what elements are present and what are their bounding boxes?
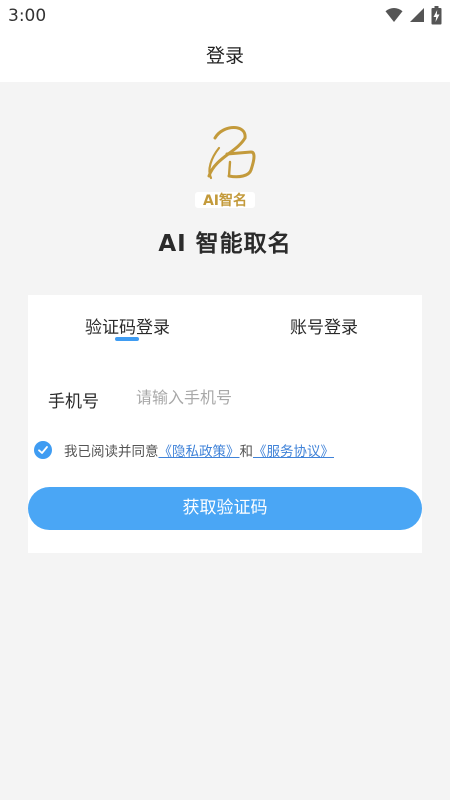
agreement-checkbox[interactable] [34,441,52,459]
phone-label: 手机号 [48,392,99,412]
wifi-icon [385,7,403,27]
phone-input[interactable] [136,383,396,411]
battery-charging-icon [431,5,442,29]
agreement-conjunction: 和 [239,444,254,460]
cellular-signal-icon [409,7,425,27]
service-agreement-link[interactable]: 《服务协议》 [253,440,334,460]
agreement-row: 我已阅读并同意 《隐私政策》 和 《服务协议》 [34,439,422,461]
page-title: 登录 [205,45,244,67]
logo-text: AI智名 [203,192,247,209]
app-logo: AI智名 [185,118,265,213]
tab-account-login[interactable]: 账号登录 [290,313,358,338]
app-name: AI 智能取名 [158,231,292,257]
login-card: 验证码登录 账号登录 手机号 我已阅读并同意 《隐私政策》 和 《服务协议》 获… [28,295,422,553]
agreement-prefix: 我已阅读并同意 [64,444,159,460]
status-bar: 3:00 [0,0,450,34]
checkmark-icon [38,446,48,454]
get-verification-code-button[interactable]: 获取验证码 [28,487,422,530]
privacy-policy-link[interactable]: 《隐私政策》 [159,440,240,460]
status-time: 3:00 [8,6,47,26]
phone-row: 手机号 [28,383,422,413]
title-bar: 登录 [0,34,450,82]
active-tab-indicator [115,337,139,341]
status-icons [385,5,442,29]
tab-sms-login[interactable]: 验证码登录 [85,313,170,338]
